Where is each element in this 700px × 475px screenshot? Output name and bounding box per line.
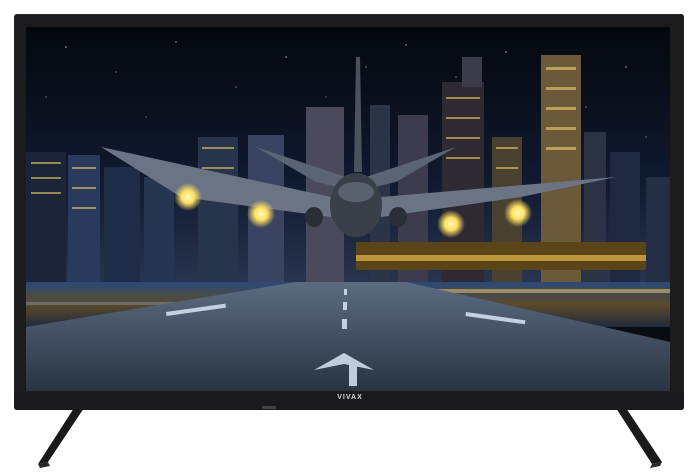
left-stand-leg	[38, 408, 84, 468]
ir-sensor	[262, 406, 276, 409]
right-stand-leg	[616, 408, 662, 468]
screen-image	[26, 27, 670, 391]
brand-logo: VIVAX	[337, 394, 363, 401]
tv-screen	[26, 27, 670, 391]
television: VIVAX	[0, 0, 700, 475]
